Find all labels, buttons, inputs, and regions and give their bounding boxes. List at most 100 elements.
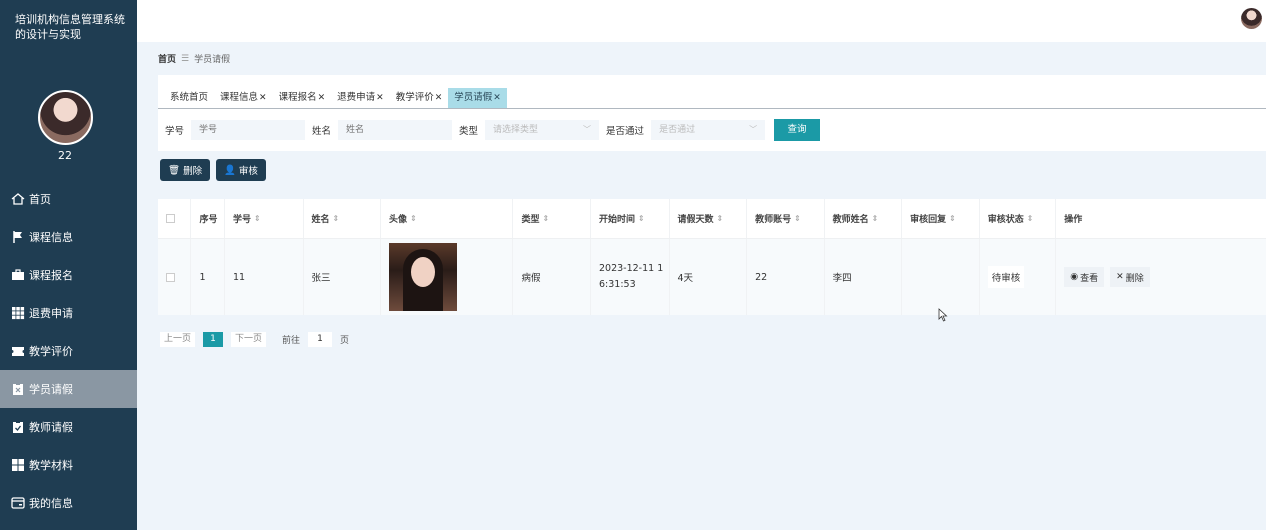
sidebar-item-course-info[interactable]: 课程信息 <box>0 218 137 256</box>
tab-course-signup[interactable]: 课程报名✕ <box>273 88 332 108</box>
tab-label: 系统首页 <box>170 92 209 103</box>
tab-label: 教学评价 <box>395 92 434 103</box>
goto-label: 前往 <box>282 336 301 346</box>
sort-icon[interactable]: ⇕ <box>872 214 879 223</box>
tab-system-home[interactable]: 系统首页 <box>164 88 214 108</box>
header-label: 序号 <box>199 215 218 225</box>
student-photo[interactable] <box>389 243 458 311</box>
tab-evaluation[interactable]: 教学评价✕ <box>390 88 449 108</box>
tab-student-leave[interactable]: 学员请假✕ <box>448 88 507 108</box>
tabs-divider <box>158 108 1266 109</box>
header-label: 开始时间 <box>598 215 635 225</box>
row-checkbox[interactable] <box>166 272 175 282</box>
sidebar-item-home[interactable]: 首页 <box>0 180 137 218</box>
page-number-current[interactable]: 1 <box>203 332 224 347</box>
close-icon[interactable]: ✕ <box>318 93 326 103</box>
close-icon[interactable]: ✕ <box>435 93 443 103</box>
type-select[interactable]: 请选择类型 ﹀ <box>485 120 600 140</box>
goto-page-input[interactable]: 1 <box>308 332 333 347</box>
close-icon[interactable]: ✕ <box>376 93 384 103</box>
sort-icon[interactable]: ⇕ <box>542 214 549 223</box>
user-avatar[interactable] <box>1241 8 1262 29</box>
header-label: 学号 <box>232 215 251 225</box>
start-time-line: 2023-12-11 1 <box>598 263 664 274</box>
select-all-checkbox[interactable] <box>166 214 175 223</box>
sidebar-item-label: 我的信息 <box>29 497 73 510</box>
header-cell[interactable]: 审核回复 ⇕ <box>902 199 980 238</box>
prev-page-button[interactable]: 上一页 <box>160 332 196 347</box>
name-input[interactable] <box>338 120 453 140</box>
sidebar-item-label: 教师请假 <box>29 421 73 434</box>
sidebar-item-my-info[interactable]: 我的信息 <box>0 484 137 522</box>
app-title: 培训机构信息管理系统的设计与实现 <box>15 13 125 41</box>
filter-bar: 学号 姓名 类型 请选择类型 ﹀ 是否通过 是否通过 ﹀ 查询 <box>158 119 821 141</box>
user-icon: 👤 <box>224 164 236 176</box>
header-cell[interactable]: 教师姓名 ⇕ <box>825 199 903 238</box>
sidebar-item-evaluation[interactable]: 教学评价 <box>0 332 137 370</box>
student-no-label: 学号 <box>165 126 185 137</box>
sidebar-item-label: 教学评价 <box>29 345 73 358</box>
sidebar-item-label: 课程报名 <box>29 269 73 282</box>
avatar[interactable] <box>38 90 93 145</box>
sidebar-item-materials[interactable]: 教学材料 <box>0 446 137 484</box>
sort-icon[interactable]: ⇕ <box>254 214 261 223</box>
header-cell[interactable]: 类型 ⇕ <box>513 199 591 238</box>
name-label: 姓名 <box>312 126 332 137</box>
close-icon[interactable]: ✕ <box>259 93 267 103</box>
apps-icon <box>11 458 25 472</box>
breadcrumb: 首页 ☰ 学员请假 <box>158 52 230 66</box>
ticket-icon <box>11 344 25 358</box>
table-header: 序号 学号 ⇕ 姓名 ⇕ 头像 ⇕ 类型 ⇕ 开始时间 ⇕ 请假天数 ⇕ 教师账号 ⇕ 教师姓… <box>158 199 1266 239</box>
next-page-button[interactable]: 下一页 <box>231 332 267 347</box>
delete-button[interactable]: 🗑 删除 <box>160 159 211 181</box>
sort-icon[interactable]: ⇕ <box>1027 214 1034 223</box>
page-unit-label: 页 <box>340 336 350 346</box>
header-cell[interactable]: 请假天数 ⇕ <box>670 199 748 238</box>
pagination: 上一页 1 下一页 前往 1 页 <box>160 332 349 347</box>
view-button[interactable]: ◉ 查看 <box>1064 267 1105 287</box>
breadcrumb-separator-icon: ☰ <box>181 53 190 64</box>
sort-icon[interactable]: ⇕ <box>333 214 340 223</box>
sidebar-item-teacher-leave[interactable]: 教师请假 <box>0 408 137 446</box>
chevron-down-icon: ﹀ <box>749 125 758 134</box>
passed-select-placeholder: 是否通过 <box>659 125 696 135</box>
header-cell[interactable]: 姓名 ⇕ <box>304 199 382 238</box>
sort-icon[interactable]: ⇕ <box>410 214 417 223</box>
row-delete-button[interactable]: ✕ 删除 <box>1110 267 1150 287</box>
sidebar-item-student-leave[interactable]: 学员请假 <box>0 370 137 408</box>
sort-icon[interactable]: ⇕ <box>949 214 956 223</box>
sort-icon[interactable]: ⇕ <box>638 214 645 223</box>
tab-label: 课程信息 <box>220 92 259 103</box>
header-cell[interactable]: 头像 ⇕ <box>381 199 514 238</box>
close-icon[interactable]: ✕ <box>493 93 501 103</box>
type-select-placeholder: 请选择类型 <box>493 125 539 135</box>
leave-table: 序号 学号 ⇕ 姓名 ⇕ 头像 ⇕ 类型 ⇕ 开始时间 ⇕ 请假天数 ⇕ 教师账号 ⇕ 教师姓… <box>158 199 1266 315</box>
header-cell[interactable]: 教师账号 ⇕ <box>747 199 825 238</box>
sidebar-item-course-signup[interactable]: 课程报名 <box>0 256 137 294</box>
cell-days: 4天 <box>670 239 748 315</box>
sort-icon[interactable]: ⇕ <box>717 214 724 223</box>
tab-course-info[interactable]: 课程信息✕ <box>214 88 273 108</box>
cell-type: 病假 <box>513 239 591 315</box>
sort-icon[interactable]: ⇕ <box>794 214 801 223</box>
clipboard-check-icon <box>11 420 25 434</box>
user-id: 22 <box>58 149 72 162</box>
header-cell[interactable]: 学号 ⇕ <box>225 199 304 238</box>
passed-select[interactable]: 是否通过 ﹀ <box>651 120 766 140</box>
cell-start-time: 2023-12-11 1 6:31:53 <box>591 239 670 315</box>
cell-teacher-name: 李四 <box>825 239 903 315</box>
student-no-input[interactable] <box>191 120 306 140</box>
header-cell[interactable]: 审核状态 ⇕ <box>980 199 1057 238</box>
tab-refund[interactable]: 退费申请✕ <box>331 88 390 108</box>
sidebar-item-refund[interactable]: 退费申请 <box>0 294 137 332</box>
breadcrumb-home[interactable]: 首页 <box>158 52 176 65</box>
cell-status: 待审核 <box>980 239 1057 315</box>
audit-button[interactable]: 👤 审核 <box>216 159 266 181</box>
table-row: 1 11 张三 病假 2023-12-11 1 6:31:53 4天 22 李四… <box>158 239 1266 315</box>
search-button[interactable]: 查询 <box>774 119 821 141</box>
sidebar-item-label: 学员请假 <box>29 383 73 396</box>
status-badge: 待审核 <box>987 266 1025 288</box>
header-cell[interactable]: 开始时间 ⇕ <box>591 199 670 238</box>
toolbar: 🗑 删除 👤 审核 <box>160 159 266 181</box>
tabs-filter-panel: 系统首页 课程信息✕ 课程报名✕ 退费申请✕ 教学评价✕ 学员请假✕ 学号 姓名… <box>158 75 1266 151</box>
